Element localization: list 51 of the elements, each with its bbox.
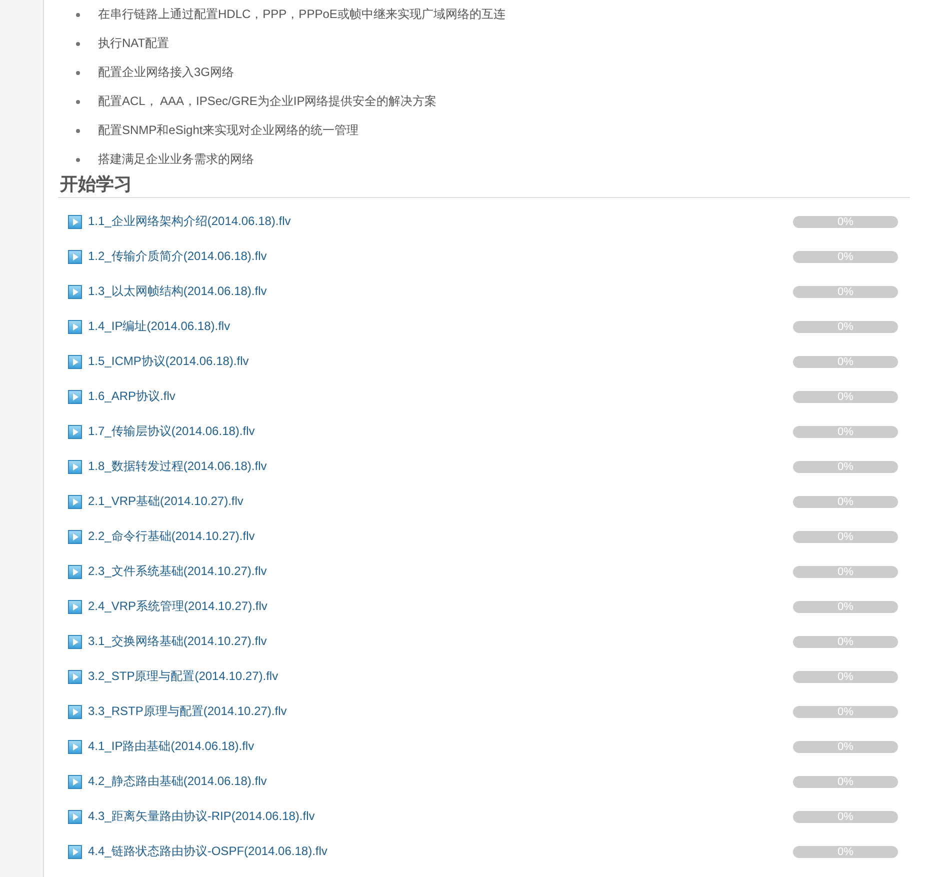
lesson-link[interactable]: 1.7_传输层协议(2014.06.18).flv (88, 423, 255, 440)
lesson-link[interactable]: 1.8_数据转发过程(2014.06.18).flv (88, 458, 267, 475)
bullet-icon (76, 12, 80, 16)
play-icon[interactable] (68, 634, 82, 648)
lesson-link[interactable]: 2.1_VRP基础(2014.10.27).flv (88, 493, 244, 510)
play-icon[interactable] (68, 844, 82, 858)
play-icon[interactable] (68, 390, 82, 404)
play-icon[interactable] (68, 284, 82, 298)
lesson-link[interactable]: 2.3_文件系统基础(2014.10.27).flv (88, 563, 267, 580)
bullet-icon (76, 100, 80, 104)
lesson-link[interactable]: 4.4_链路状态路由协议-OSPF(2014.06.18).flv (88, 843, 328, 860)
play-icon[interactable] (68, 214, 82, 228)
play-icon[interactable] (68, 600, 82, 614)
play-icon[interactable] (68, 494, 82, 508)
bullet-icon (76, 42, 80, 46)
bullet-icon (76, 128, 80, 132)
objective-text: 配置企业网络接入3G网络 (98, 64, 234, 81)
objective-text: 在串行链路上通过配置HDLC，PPP，PPPoE或帧中继来实现广域网络的互连 (98, 6, 506, 23)
lesson-link[interactable]: 4.1_IP路由基础(2014.06.18).flv (88, 738, 254, 755)
play-icon[interactable] (68, 530, 82, 544)
play-icon[interactable] (68, 250, 82, 264)
lesson-link[interactable]: 1.4_IP编址(2014.06.18).flv (88, 318, 230, 335)
bullet-icon (76, 158, 80, 162)
objective-text: 配置ACL， AAA，IPSec/GRE为企业IP网络提供安全的解决方案 (98, 93, 437, 110)
bullet-icon (76, 70, 80, 74)
objective-text: 搭建满足企业业务需求的网络 (98, 151, 254, 168)
play-icon[interactable] (68, 460, 82, 474)
lesson-link[interactable]: 1.5_ICMP协议(2014.06.18).flv (88, 353, 249, 370)
play-icon[interactable] (68, 774, 82, 788)
play-icon[interactable] (68, 564, 82, 578)
lesson-link[interactable]: 3.2_STP原理与配置(2014.10.27).flv (88, 668, 278, 685)
lesson-link[interactable]: 1.2_传输介质简介(2014.06.18).flv (88, 248, 267, 265)
lesson-link[interactable]: 4.3_距离矢量路由协议-RIP(2014.06.18).flv (88, 808, 315, 825)
lesson-link[interactable]: 2.4_VRP系统管理(2014.10.27).flv (88, 598, 268, 615)
lesson-link[interactable]: 2.2_命令行基础(2014.10.27).flv (88, 528, 255, 545)
play-icon[interactable] (68, 810, 82, 824)
lesson-link[interactable]: 3.3_RSTP原理与配置(2014.10.27).flv (88, 703, 287, 720)
play-icon[interactable] (68, 424, 82, 438)
lesson-link[interactable]: 1.3_以太网帧结构(2014.06.18).flv (88, 283, 267, 300)
objective-text: 执行NAT配置 (98, 35, 170, 52)
play-icon[interactable] (68, 354, 82, 368)
section-heading: 开始学习 (58, 174, 910, 198)
objective-text: 配置SNMP和eSight来实现对企业网络的统一管理 (98, 122, 359, 139)
play-icon[interactable] (68, 740, 82, 754)
lesson-link[interactable]: 4.2_静态路由基础(2014.06.18).flv (88, 773, 267, 790)
lesson-link[interactable]: 1.6_ARP协议.flv (88, 388, 176, 405)
play-icon[interactable] (68, 670, 82, 684)
lesson-link[interactable]: 1.1_企业网络架构介绍(2014.06.18).flv (88, 213, 291, 230)
lesson-link[interactable]: 3.1_交换网络基础(2014.10.27).flv (88, 633, 267, 650)
play-icon[interactable] (68, 320, 82, 334)
play-icon[interactable] (68, 704, 82, 718)
